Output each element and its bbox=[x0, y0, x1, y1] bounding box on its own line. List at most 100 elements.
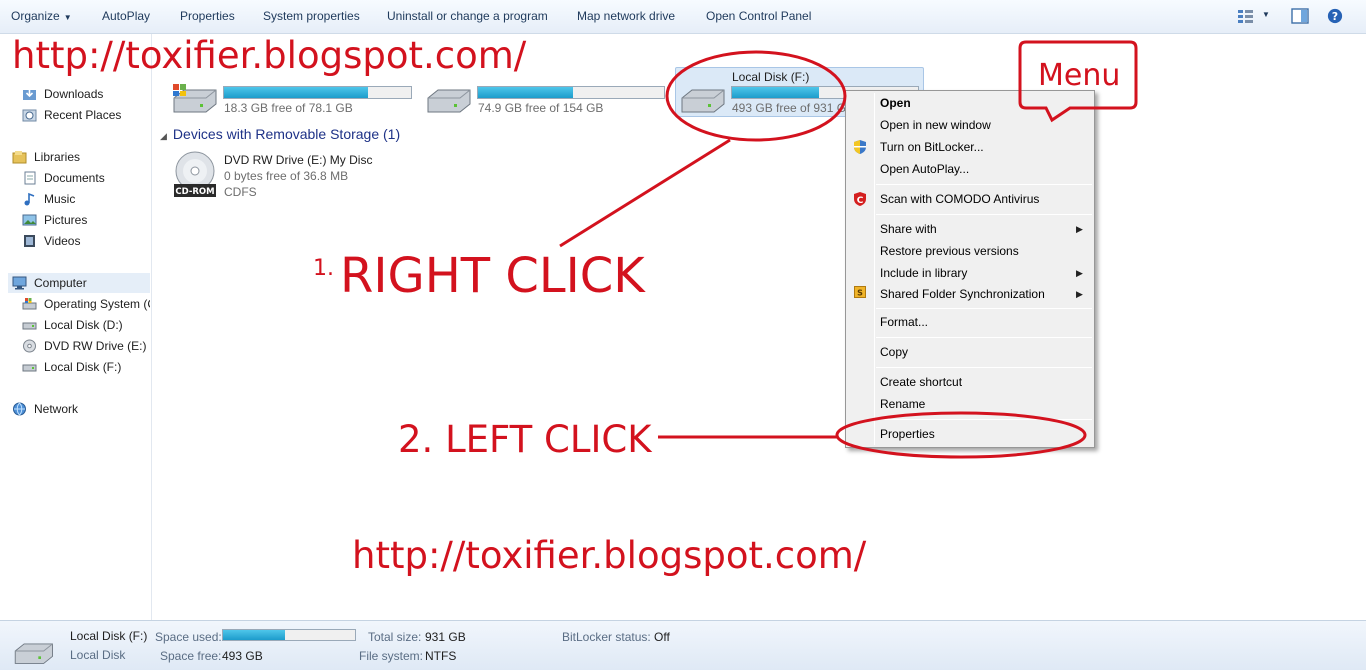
details-total-size-value: 931 GB bbox=[425, 630, 466, 644]
step1-number: 1. bbox=[313, 256, 334, 281]
step1-right-click-text: RIGHT CLICK bbox=[340, 248, 645, 304]
os-drive-icon bbox=[22, 298, 37, 310]
nav-item-libraries[interactable]: Libraries bbox=[12, 147, 150, 167]
drive-free-space: 493 GB free of 931 GB bbox=[732, 101, 855, 115]
menu-item-properties[interactable]: Properties bbox=[880, 424, 935, 444]
chevron-down-icon: ▼ bbox=[63, 13, 72, 22]
menu-item-rename[interactable]: Rename bbox=[880, 394, 925, 414]
nav-label: Computer bbox=[34, 276, 87, 290]
open-control-panel-button[interactable]: Open Control Panel bbox=[706, 9, 811, 23]
windows-drive-icon[interactable] bbox=[170, 80, 218, 116]
system-properties-button[interactable]: System properties bbox=[263, 9, 360, 23]
view-options-icon[interactable] bbox=[1237, 8, 1255, 24]
view-dropdown-chevron-icon[interactable]: ▼ bbox=[1262, 10, 1270, 19]
details-file-system-label: File system: bbox=[359, 649, 424, 663]
blog-url-bottom: http://toxifier.blogspot.com/ bbox=[352, 534, 867, 577]
sync-icon: S bbox=[854, 286, 866, 298]
nav-item-documents[interactable]: Documents bbox=[22, 168, 150, 188]
menu-item-include-in-library[interactable]: Include in library bbox=[880, 263, 967, 283]
hard-drive-icon bbox=[14, 643, 53, 664]
details-space-free-value: 493 GB bbox=[222, 649, 263, 663]
submenu-arrow-icon: ▶ bbox=[1076, 224, 1083, 234]
nav-label: Music bbox=[44, 192, 76, 206]
drive-free-space: 74.9 GB free of 154 GB bbox=[478, 101, 604, 115]
comodo-icon: C bbox=[854, 192, 866, 206]
details-space-used-label: Space used: bbox=[155, 630, 222, 644]
nav-label: Pictures bbox=[44, 213, 88, 227]
menu-item-format[interactable]: Format... bbox=[880, 312, 928, 332]
menu-item-open-new-window[interactable]: Open in new window bbox=[880, 115, 991, 135]
nav-label: DVD RW Drive (E:) M bbox=[44, 339, 150, 353]
svg-text:?: ? bbox=[1332, 10, 1338, 23]
menu-item-create-shortcut[interactable]: Create shortcut bbox=[880, 372, 962, 392]
menu-item-restore-previous-versions[interactable]: Restore previous versions bbox=[880, 241, 1019, 261]
menu-callout-text: Menu bbox=[1038, 58, 1121, 93]
menu-separator bbox=[876, 214, 1092, 215]
nav-label: Local Disk (F:) bbox=[44, 360, 122, 374]
organize-label: Organize bbox=[11, 9, 60, 23]
nav-item-dvd-drive[interactable]: DVD RW Drive (E:) M bbox=[22, 336, 150, 356]
pictures-icon bbox=[22, 214, 37, 226]
drive-usage-fill bbox=[478, 87, 573, 98]
dvd-free-space: 0 bytes free of 36.8 MB bbox=[224, 169, 349, 183]
details-usage-fill bbox=[223, 630, 286, 640]
nav-label: Local Disk (D:) bbox=[44, 318, 123, 332]
submenu-arrow-icon: ▶ bbox=[1076, 268, 1083, 278]
navigation-pane: Downloads Recent Places Libraries Docume… bbox=[0, 34, 152, 620]
menu-item-scan-comodo[interactable]: Scan with COMODO Antivirus bbox=[880, 189, 1039, 209]
details-pane: Local Disk (F:) Local Disk Space used: S… bbox=[0, 620, 1366, 670]
nav-item-local-disk-d[interactable]: Local Disk (D:) bbox=[22, 315, 150, 335]
nav-label: Libraries bbox=[34, 150, 81, 164]
organize-button[interactable]: Organize ▼ bbox=[11, 9, 72, 23]
help-icon[interactable]: ? bbox=[1326, 8, 1344, 24]
nav-item-computer[interactable]: Computer bbox=[8, 273, 150, 293]
right-click-pointer-line bbox=[559, 138, 731, 248]
drive-name: Local Disk (F:) bbox=[732, 70, 810, 84]
music-icon bbox=[24, 192, 35, 206]
menu-separator bbox=[876, 367, 1092, 368]
uninstall-program-button[interactable]: Uninstall or change a program bbox=[387, 9, 548, 23]
menu-item-share-with[interactable]: Share with bbox=[880, 219, 937, 239]
hard-drive-icon[interactable] bbox=[424, 80, 472, 116]
details-drive-type: Local Disk bbox=[70, 648, 126, 662]
menu-separator bbox=[876, 337, 1092, 338]
nav-item-pictures[interactable]: Pictures bbox=[22, 210, 150, 230]
menu-gutter bbox=[874, 93, 875, 445]
menu-item-shared-folder-sync[interactable]: Shared Folder Synchronization bbox=[880, 284, 1045, 304]
shield-icon bbox=[854, 140, 866, 154]
drive-usage-fill bbox=[224, 87, 368, 98]
map-network-drive-button[interactable]: Map network drive bbox=[577, 9, 675, 23]
nav-label: Documents bbox=[44, 171, 105, 185]
nav-label: Downloads bbox=[44, 87, 104, 101]
nav-item-videos[interactable]: Videos bbox=[22, 231, 150, 251]
preview-pane-icon[interactable] bbox=[1291, 8, 1309, 24]
nav-item-downloads[interactable]: Downloads bbox=[22, 84, 150, 104]
network-icon bbox=[13, 402, 26, 416]
svg-text:S: S bbox=[857, 289, 863, 298]
menu-item-turn-on-bitlocker[interactable]: Turn on BitLocker... bbox=[880, 137, 984, 157]
hard-drive-icon bbox=[22, 364, 37, 372]
nav-item-network[interactable]: Network bbox=[12, 399, 150, 419]
hard-drive-icon[interactable] bbox=[678, 80, 726, 116]
details-bitlocker-label: BitLocker status: bbox=[562, 630, 651, 644]
nav-item-music[interactable]: Music bbox=[22, 189, 150, 209]
section-title-label: Devices with Removable Storage (1) bbox=[172, 126, 401, 142]
removable-storage-header[interactable]: ◢ Devices with Removable Storage (1) bbox=[160, 126, 400, 142]
menu-separator bbox=[876, 308, 1092, 309]
step2-left-click-text: 2. LEFT CLICK bbox=[398, 418, 652, 461]
menu-separator bbox=[876, 184, 1092, 185]
cd-rom-icon[interactable]: CD-ROM bbox=[172, 151, 218, 199]
nav-item-local-disk-f[interactable]: Local Disk (F:) bbox=[22, 357, 150, 377]
menu-item-open[interactable]: Open bbox=[880, 93, 911, 113]
drive-usage-bar bbox=[223, 86, 412, 99]
nav-item-os-drive[interactable]: Operating System (C bbox=[22, 294, 150, 314]
properties-button[interactable]: Properties bbox=[180, 9, 235, 23]
documents-icon bbox=[24, 171, 36, 185]
menu-item-copy[interactable]: Copy bbox=[880, 342, 908, 362]
blog-url-top: http://toxifier.blogspot.com/ bbox=[12, 34, 527, 77]
nav-item-recent-places[interactable]: Recent Places bbox=[22, 105, 150, 125]
autoplay-button[interactable]: AutoPlay bbox=[102, 9, 150, 23]
libraries-icon bbox=[12, 151, 27, 164]
menu-item-open-autoplay[interactable]: Open AutoPlay... bbox=[880, 159, 969, 179]
collapse-triangle-icon: ◢ bbox=[160, 131, 167, 141]
